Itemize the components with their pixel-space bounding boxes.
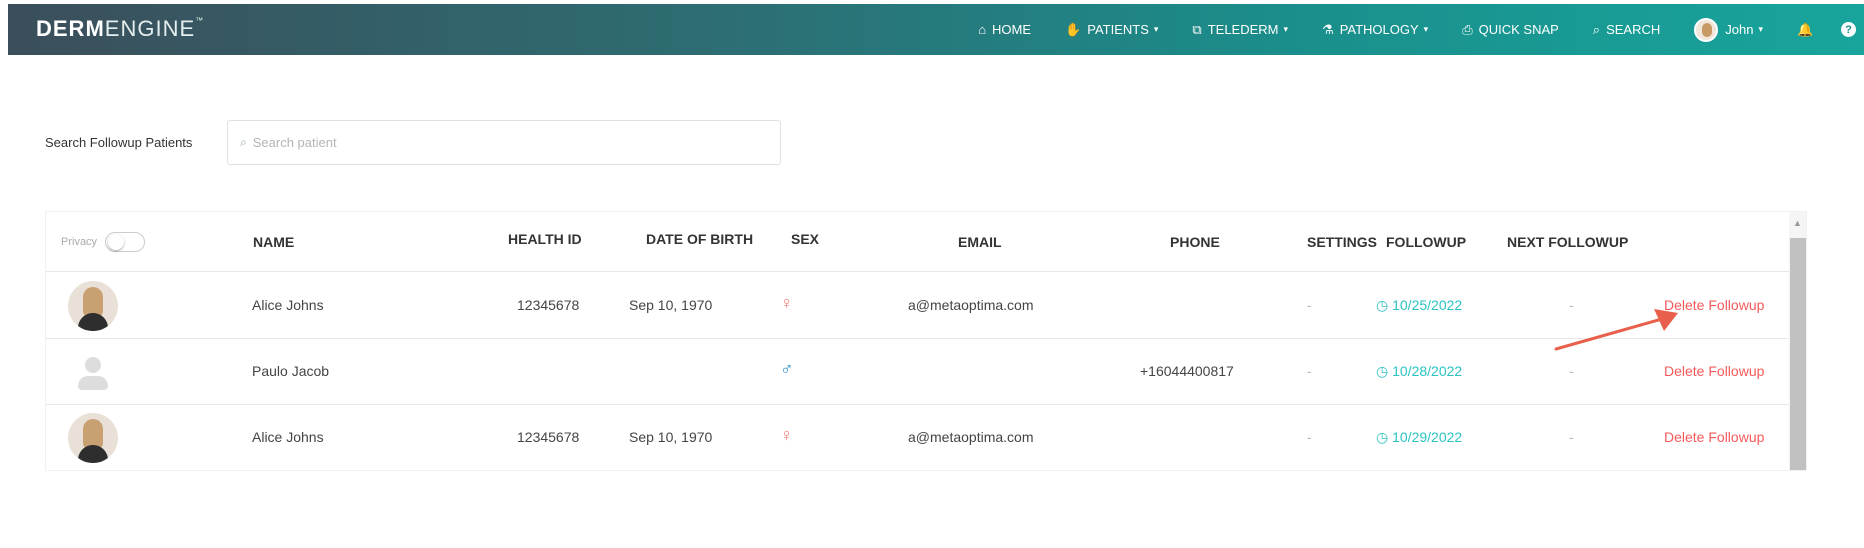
- chevron-down-icon: ▾: [1153, 24, 1159, 34]
- search-patient-input[interactable]: [252, 135, 733, 150]
- logo-bold: DERM: [36, 16, 105, 41]
- col-health-id[interactable]: HEALTH ID: [508, 231, 582, 247]
- avatar: [68, 347, 118, 397]
- nav-quick-snap[interactable]: ⎙ QUICK SNAP: [1462, 22, 1559, 38]
- chevron-down-icon: ▾: [1423, 24, 1429, 34]
- table-header: Privacy NAME HEALTH ID DATE OF BIRTH SEX…: [46, 212, 1794, 272]
- table-row[interactable]: Alice Johns 12345678 Sep 10, 1970 ♀ a@me…: [46, 405, 1794, 470]
- next-followup: -: [1569, 363, 1574, 379]
- patient-name[interactable]: Alice Johns: [252, 429, 324, 445]
- chevron-down-icon: ▾: [1283, 24, 1289, 34]
- nav-home-label: HOME: [992, 22, 1032, 37]
- logo-light: ENGINE: [104, 16, 196, 41]
- home-icon: ⌂: [978, 22, 987, 37]
- user-avatar: [1694, 17, 1719, 42]
- phone: +16044400817: [1140, 363, 1234, 379]
- top-nav-bar: DERMENGINE™ ⌂ HOME ✋ PATIENTS ▾ ⧉ TELEDE…: [8, 4, 1864, 55]
- col-settings[interactable]: SETTINGS: [1307, 234, 1377, 250]
- user-name: John: [1725, 22, 1754, 37]
- patient-name[interactable]: Paulo Jacob: [252, 363, 329, 379]
- annotation-arrow-icon: [1554, 309, 1678, 351]
- search-followup-label: Search Followup Patients: [45, 135, 193, 150]
- health-id: 12345678: [517, 429, 580, 445]
- search-icon: ⌕: [240, 135, 247, 149]
- user-menu[interactable]: John ▾: [1694, 17, 1763, 42]
- followup-table: Privacy NAME HEALTH ID DATE OF BIRTH SEX…: [46, 212, 1806, 470]
- col-followup[interactable]: FOLLOWUP: [1386, 234, 1466, 250]
- avatar: [68, 413, 118, 463]
- delete-followup-button[interactable]: Delete Followup: [1664, 429, 1764, 445]
- dermengine-logo[interactable]: DERMENGINE™: [36, 16, 204, 42]
- date-of-birth: Sep 10, 1970: [629, 429, 713, 445]
- scrollbar-thumb[interactable]: [1790, 238, 1806, 470]
- nav-pathology[interactable]: ⚗ PATHOLOGY ▾: [1322, 22, 1428, 38]
- settings[interactable]: -: [1307, 429, 1312, 445]
- nav-search-label: SEARCH: [1606, 22, 1661, 37]
- privacy-label: Privacy: [61, 236, 98, 248]
- female-icon: ♀: [780, 425, 794, 445]
- col-date-of-birth[interactable]: DATE OF BIRTH: [646, 231, 753, 247]
- logo-tm: ™: [195, 16, 205, 25]
- telederm-icon: ⧉: [1192, 21, 1202, 37]
- col-name[interactable]: NAME: [253, 234, 294, 250]
- search-icon: ⌕: [1592, 21, 1601, 37]
- nav-pathology-label: PATHOLOGY: [1339, 22, 1419, 37]
- female-icon: ♀: [780, 293, 794, 313]
- table-scrollbar[interactable]: ▲: [1789, 212, 1806, 470]
- avatar: [68, 281, 118, 331]
- settings[interactable]: -: [1307, 363, 1312, 379]
- table-row[interactable]: Paulo Jacob ♂ +16044400817 - ◷ 10/28/202…: [46, 339, 1794, 405]
- col-next-followup[interactable]: NEXT FOLLOWUP: [1507, 234, 1628, 250]
- col-sex[interactable]: SEX: [791, 231, 819, 247]
- privacy-toggle-group: Privacy: [61, 232, 146, 252]
- health-id: 12345678: [517, 297, 580, 313]
- app-root: DERMENGINE™ ⌂ HOME ✋ PATIENTS ▾ ⧉ TELEDE…: [0, 0, 1864, 548]
- nav-menu: ⌂ HOME ✋ PATIENTS ▾ ⧉ TELEDERM ▾ ⚗ PATHO…: [978, 4, 1864, 55]
- next-followup: -: [1569, 429, 1574, 445]
- email: a@metaoptima.com: [908, 429, 1034, 445]
- nav-telederm-label: TELEDERM: [1207, 22, 1279, 37]
- search-box[interactable]: ⌕: [227, 120, 781, 165]
- delete-followup-button[interactable]: Delete Followup: [1664, 363, 1764, 379]
- nav-patients[interactable]: ✋ PATIENTS ▾: [1065, 22, 1158, 38]
- nav-home[interactable]: ⌂ HOME: [978, 22, 1031, 37]
- nav-search[interactable]: ⌕ SEARCH: [1593, 22, 1660, 38]
- help-icon[interactable]: ?: [1841, 22, 1856, 37]
- col-email[interactable]: EMAIL: [958, 234, 1002, 250]
- nav-patients-label: PATIENTS: [1087, 22, 1149, 37]
- patient-name[interactable]: Alice Johns: [252, 297, 324, 313]
- table-row[interactable]: Alice Johns 12345678 Sep 10, 1970 ♀ a@me…: [46, 273, 1794, 339]
- email: a@metaoptima.com: [908, 297, 1034, 313]
- date-of-birth: Sep 10, 1970: [629, 297, 713, 313]
- camera-icon: ⎙: [1462, 21, 1473, 37]
- notification-bell-icon[interactable]: [1797, 22, 1813, 38]
- col-phone[interactable]: PHONE: [1170, 234, 1220, 250]
- chevron-down-icon: ▾: [1758, 24, 1763, 34]
- nav-quick-snap-label: QUICK SNAP: [1478, 22, 1559, 37]
- followup-date: ◷ 10/28/2022: [1376, 363, 1463, 379]
- male-icon: ♂: [780, 359, 794, 379]
- followup-date: ◷ 10/29/2022: [1376, 429, 1463, 445]
- nav-telederm[interactable]: ⧉ TELEDERM ▾: [1192, 22, 1288, 38]
- scroll-up-arrow-icon[interactable]: ▲: [1793, 218, 1802, 228]
- followup-date: ◷ 10/25/2022: [1376, 297, 1463, 313]
- settings[interactable]: -: [1307, 297, 1312, 313]
- privacy-toggle[interactable]: [105, 232, 146, 252]
- microscope-icon: ⚗: [1322, 21, 1334, 37]
- patients-icon: ✋: [1065, 21, 1082, 37]
